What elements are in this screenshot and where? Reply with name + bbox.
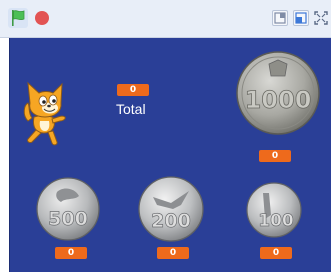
total-value: 0 xyxy=(129,85,137,95)
coin-200-monitor: 0 xyxy=(157,247,189,259)
coin-1000-monitor: 0 xyxy=(259,150,291,162)
total-label: Total xyxy=(116,101,146,117)
stage[interactable]: 0 Total 1000 0 500 0 200 0 100 0 xyxy=(9,38,331,272)
coin-200-sprite[interactable]: 200 xyxy=(137,175,205,243)
coin-1000-count: 0 xyxy=(271,151,279,161)
coin-100-denomination: 100 xyxy=(258,211,294,231)
normal-stage-button[interactable] xyxy=(293,10,309,26)
coin-500-monitor: 0 xyxy=(55,247,87,259)
small-stage-icon xyxy=(274,12,286,24)
total-monitor: 0 xyxy=(117,84,149,96)
small-stage-button[interactable] xyxy=(272,10,288,26)
fullscreen-button[interactable] xyxy=(313,10,329,26)
green-flag-icon xyxy=(12,10,25,26)
coin-100-sprite[interactable]: 100 xyxy=(245,181,303,239)
coin-500-denomination: 500 xyxy=(48,208,88,230)
coin-100-count: 0 xyxy=(272,248,280,258)
coin-200-count: 0 xyxy=(169,248,177,258)
coin-500-count: 0 xyxy=(67,248,75,258)
coin-1000-denomination: 1000 xyxy=(245,86,312,114)
fullscreen-icon xyxy=(314,11,328,25)
scratch-cat-sprite[interactable] xyxy=(22,81,70,147)
stage-bottom-edge xyxy=(0,272,331,280)
coin-200-denomination: 200 xyxy=(151,210,191,232)
green-flag-button[interactable] xyxy=(8,8,28,28)
coin-500-sprite[interactable]: 500 xyxy=(35,176,101,242)
stop-button[interactable] xyxy=(35,11,49,25)
stage-toolbar xyxy=(0,0,331,38)
normal-stage-icon xyxy=(295,12,307,24)
coin-1000-sprite[interactable]: 1000 xyxy=(235,50,321,136)
coin-100-monitor: 0 xyxy=(260,247,292,259)
